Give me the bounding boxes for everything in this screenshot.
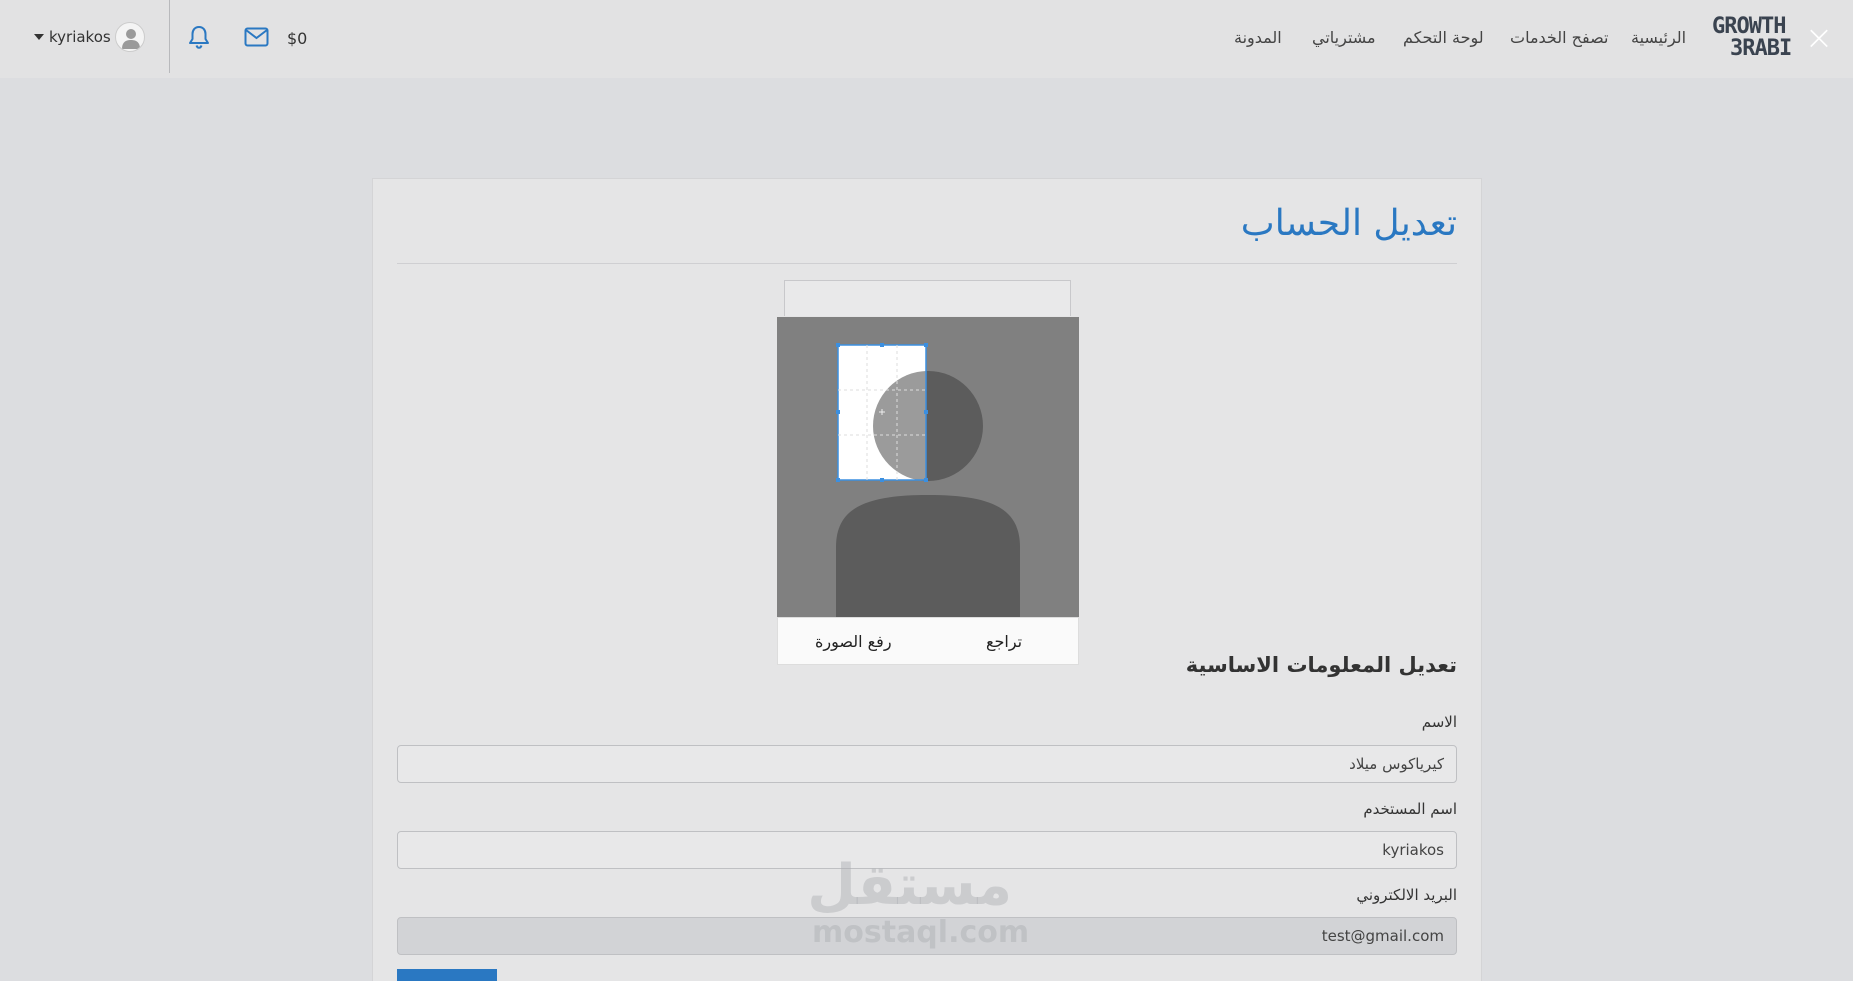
nav-link-dashboard[interactable]: لوحة التحكم xyxy=(1403,28,1484,47)
title-divider xyxy=(397,263,1457,264)
cropper-actions: تراجع رفع الصورة xyxy=(777,617,1079,665)
balance-amount[interactable]: $0 xyxy=(287,29,307,48)
mail-icon[interactable] xyxy=(244,27,269,47)
section-title: تعديل المعلومات الاساسية xyxy=(1185,653,1457,677)
email-label: البريد الالكتروني xyxy=(1356,886,1457,904)
top-navbar: × GROWTH 3RABI الرئيسية تصفح الخدمات لوح… xyxy=(0,0,1853,78)
cropper-toolbar xyxy=(784,280,1071,316)
username-field-label: اسم المستخدم xyxy=(1363,800,1457,818)
image-cropper[interactable] xyxy=(777,317,1079,617)
username-label: kyriakos xyxy=(49,28,111,46)
close-icon[interactable]: × xyxy=(1803,21,1835,55)
user-menu[interactable]: kyriakos xyxy=(34,21,145,53)
upload-image-button[interactable]: رفع الصورة xyxy=(815,632,892,651)
nav-link-browse-services[interactable]: تصفح الخدمات xyxy=(1510,28,1608,47)
save-button[interactable] xyxy=(397,969,497,981)
bell-icon[interactable] xyxy=(187,24,211,50)
name-label: الاسم xyxy=(1421,713,1457,731)
nav-link-purchases[interactable]: مشترياتي xyxy=(1312,28,1376,47)
avatar xyxy=(114,22,145,52)
watermark-arabic: مستقل xyxy=(807,853,1012,918)
watermark-latin: mostaql.com xyxy=(812,915,1030,950)
logo-line-1: GROWTH xyxy=(1712,14,1786,39)
logo-line-2: 3RABI xyxy=(1730,36,1792,61)
caret-down-icon xyxy=(34,34,44,40)
watermark: مستقل mostaql.com xyxy=(807,853,1030,950)
page-title: تعديل الحساب xyxy=(1240,203,1457,244)
name-field[interactable]: كيرياكوس ميلاد xyxy=(397,745,1457,783)
nav-link-home[interactable]: الرئيسية xyxy=(1631,28,1686,47)
navbar-divider xyxy=(169,0,170,73)
nav-link-blog[interactable]: المدونة xyxy=(1234,28,1282,47)
avatar-placeholder-image xyxy=(777,317,1079,617)
undo-button[interactable]: تراجع xyxy=(986,632,1022,651)
brand-logo[interactable]: GROWTH 3RABI xyxy=(1712,16,1804,62)
